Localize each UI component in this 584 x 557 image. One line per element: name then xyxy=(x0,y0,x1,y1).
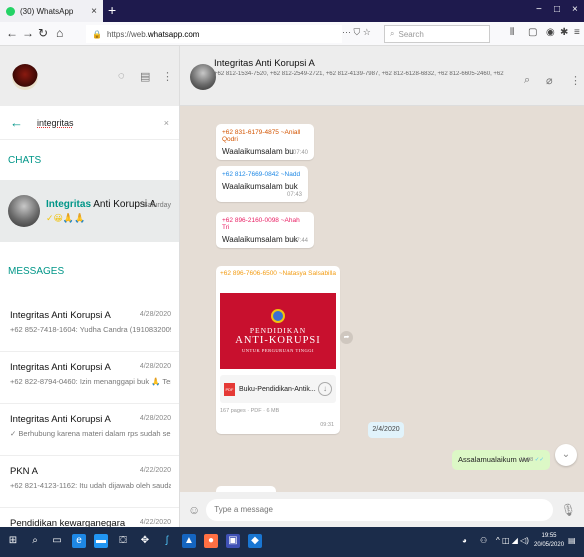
tab-close-icon[interactable]: × xyxy=(91,6,97,17)
chat-list-panel: ◌ ▤ ⋮ ← integritas × CHATS Integritas An… xyxy=(0,46,180,527)
search-icon: ⌕ xyxy=(390,29,395,38)
my-avatar[interactable] xyxy=(12,64,38,90)
message-result-item[interactable]: Integritas Anti Korupsi A +62 852-7418-1… xyxy=(0,300,179,352)
message-result-item[interactable]: Integritas Anti Korupsi A ✓ Berhubung ka… xyxy=(0,404,179,456)
message-result-item[interactable]: Integritas Anti Korupsi A +62 822-8794-0… xyxy=(0,352,179,404)
address-bar[interactable]: 🔒 https://web. whatsapp.com xyxy=(86,25,342,43)
tray-icons[interactable]: ^ ◫ ◢ ◁) xyxy=(496,536,529,545)
document-sender: +62 896-7606-6500 ~Natasya Salsabilla Fe… xyxy=(220,270,336,277)
tab-title: (30) WhatsApp xyxy=(20,6,74,16)
attach-icon[interactable]: ⌀ xyxy=(546,74,553,87)
document-meta: 167 pages · PDF · 6 MB xyxy=(220,408,280,414)
home-icon[interactable]: ⌂ xyxy=(56,26,63,40)
close-window-button[interactable]: × xyxy=(572,4,578,15)
conversation-title: Integritas Anti Korupsi A xyxy=(214,58,315,69)
url-scheme: https://web. xyxy=(106,29,148,39)
incoming-message[interactable]: +62 831-6179-4875 ~Aniall Qodri Waalaiku… xyxy=(216,124,314,160)
conversation-panel: Integritas Anti Korupsi A +62 812-1534-7… xyxy=(180,46,584,527)
conversation-header[interactable]: Integritas Anti Korupsi A +62 812-1534-7… xyxy=(180,46,584,106)
conversation-members: +62 812-1534-7520, +62 812-2549-2721, +6… xyxy=(214,71,504,77)
browser-tab-whatsapp[interactable]: (30) WhatsApp × xyxy=(0,0,103,22)
app-icon[interactable]: ◆ xyxy=(248,534,262,548)
university-logo-icon xyxy=(271,309,285,323)
chat-result-item[interactable]: Integritas Anti Korupsi A ✓😀🙏🙏 Saturday xyxy=(0,180,179,242)
document-filename: Buku-Pendidikan-Antik... xyxy=(239,385,316,393)
menu-dots-icon[interactable]: ⋮ xyxy=(570,74,581,87)
microphone-icon[interactable]: 🎙 xyxy=(561,503,576,517)
document-time: 09:31 xyxy=(320,422,334,428)
back-icon[interactable]: ← xyxy=(6,26,18,40)
app-icon[interactable]: ʃ xyxy=(160,534,174,548)
notification-icon[interactable]: ▤ xyxy=(568,536,576,545)
app-icon[interactable]: ✥ xyxy=(138,534,152,548)
sidebar-icon[interactable]: ▢ xyxy=(528,27,537,38)
windows-start-icon[interactable]: ⊞ xyxy=(6,534,20,548)
forward-icon[interactable]: → xyxy=(22,26,34,40)
date-divider: 2/4/2020 xyxy=(368,422,404,438)
menu-dots-icon[interactable]: ⋮ xyxy=(162,70,173,83)
scroll-down-icon[interactable]: ⌄ xyxy=(555,444,577,466)
chats-section-label: CHATS xyxy=(0,140,179,180)
group-avatar xyxy=(8,195,40,227)
incoming-message[interactable]: +62 812-7669-0842 ~Nadd Waalaikumsalam b… xyxy=(216,166,308,202)
forward-icon[interactable]: ➦ xyxy=(340,331,353,344)
messages-section-label: MESSAGES xyxy=(0,242,179,300)
tray-app-icon[interactable]: ◕ xyxy=(462,536,467,545)
message-composer: ☺ 🎙 xyxy=(180,492,584,527)
edge-icon[interactable]: e xyxy=(72,534,86,548)
status-icon[interactable]: ◌ xyxy=(118,70,125,82)
app-icon[interactable]: ▲ xyxy=(182,534,196,548)
search-placeholder: Search xyxy=(398,29,424,39)
lock-icon: 🔒 xyxy=(92,29,102,39)
chat-result-preview: ✓😀🙏🙏 xyxy=(46,212,86,223)
user-icon[interactable]: ⚇ xyxy=(480,536,487,545)
firefox-icon[interactable]: ● xyxy=(204,534,218,548)
download-icon[interactable]: ↓ xyxy=(318,382,332,396)
message-result-item[interactable]: Pendidikan kewarganegara 4/22/2020 xyxy=(0,508,179,527)
pdf-icon: PDF xyxy=(224,382,235,396)
incoming-message[interactable]: +62 896-2160-0098 ~Ahah Tri Waalaikumsal… xyxy=(216,212,314,248)
maximize-button[interactable]: □ xyxy=(554,4,560,15)
message-input[interactable] xyxy=(206,498,553,521)
chat-search-bar[interactable]: ← integritas × xyxy=(0,106,179,140)
task-view-icon[interactable]: ▭ xyxy=(50,534,64,548)
page-actions[interactable]: ··· ⛉ ☆ xyxy=(342,27,371,38)
chat-result-date: Saturday xyxy=(142,202,171,209)
back-arrow-icon[interactable]: ← xyxy=(10,115,23,130)
minimize-button[interactable]: − xyxy=(536,4,542,15)
addon-icon[interactable]: ✱ xyxy=(560,27,568,38)
emoji-icon[interactable]: ☺ xyxy=(188,503,200,517)
conversation-avatar[interactable] xyxy=(190,64,216,90)
browser-search-box[interactable]: ⌕ Search xyxy=(384,25,490,43)
whatsapp-favicon-icon xyxy=(6,6,15,16)
read-ticks-icon: ✓✓ xyxy=(534,457,544,463)
clear-search-icon[interactable]: × xyxy=(164,118,169,128)
new-tab-button[interactable]: + xyxy=(108,2,116,18)
store-icon[interactable]: ⛋ xyxy=(116,534,130,548)
message-result-item[interactable]: PKN A +62 821-4123-1162: Itu udah dijawa… xyxy=(0,456,179,508)
browser-tab-bar: (30) WhatsApp × + − □ × xyxy=(0,0,584,22)
reload-icon[interactable]: ↻ xyxy=(38,26,48,40)
library-icon[interactable]: ⫴ xyxy=(510,27,514,38)
extension-icon[interactable]: ◉ xyxy=(546,27,555,38)
search-messages-icon[interactable]: ⌕ xyxy=(524,74,530,87)
new-chat-icon[interactable]: ▤ xyxy=(140,70,150,83)
menu-icon[interactable]: ≡ xyxy=(574,27,580,38)
document-message[interactable]: +62 896-7606-6500 ~Natasya Salsabilla Fe… xyxy=(216,266,340,434)
browser-toolbar: ← → ↻ ⌂ 🔒 https://web. whatsapp.com ··· ⛉… xyxy=(0,22,584,46)
app-icon[interactable]: ▣ xyxy=(226,534,240,548)
outgoing-message[interactable]: Assalamualaikum ww 11:58 ✓✓ xyxy=(452,450,550,470)
search-icon[interactable]: ⌕ xyxy=(28,534,42,548)
system-clock[interactable]: 19:55 20/05/2020 xyxy=(534,532,564,550)
file-explorer-icon[interactable]: ▬ xyxy=(94,534,108,548)
profile-header: ◌ ▤ ⋮ xyxy=(0,46,179,106)
document-thumbnail[interactable]: PENDIDIKAN ANTI-KORUPSI UNTUK PERGURUAN … xyxy=(220,293,336,369)
windows-taskbar: ⊞ ⌕ ▭ e ▬ ⛋ ✥ ʃ ▲ ● ▣ ◆ ◕ ⚇ ^ ◫ ◢ ◁) 19:… xyxy=(0,527,584,557)
url-domain: whatsapp.com xyxy=(147,29,200,39)
document-file-row[interactable]: PDF Buku-Pendidikan-Antik... ↓ xyxy=(220,375,336,403)
chat-search-input[interactable]: integritas xyxy=(37,118,164,128)
